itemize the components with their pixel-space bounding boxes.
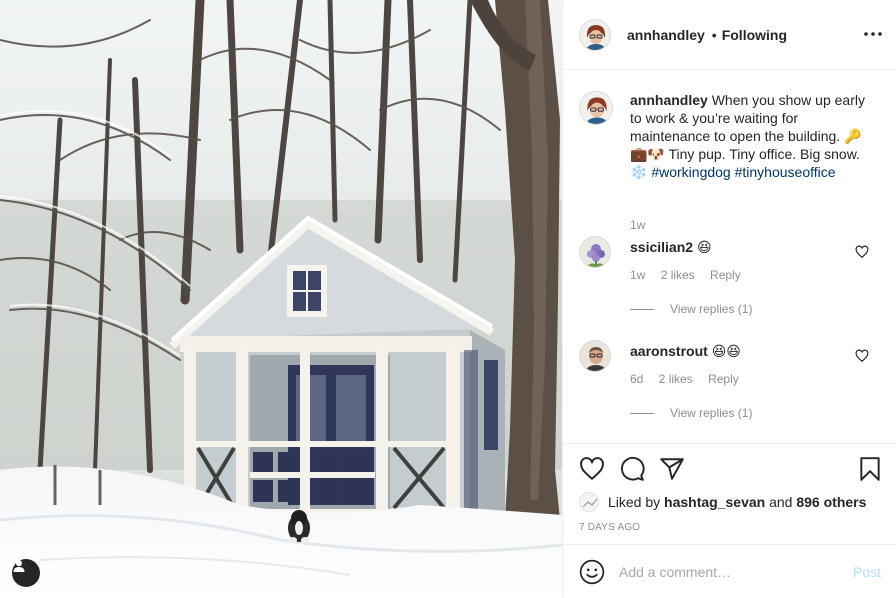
- commenter-avatar[interactable]: [579, 340, 611, 372]
- commenter-avatar[interactable]: [579, 236, 611, 268]
- post-date[interactable]: 7 DAYS AGO: [579, 522, 640, 533]
- save-bookmark-icon[interactable]: [857, 456, 883, 482]
- liked-by-user[interactable]: hashtag_sevan: [664, 494, 765, 510]
- comment-likes[interactable]: 2 likes: [661, 268, 695, 282]
- comment-meta: 6d 2 likes Reply: [630, 372, 751, 386]
- like-heart-icon[interactable]: [579, 456, 605, 482]
- view-replies-label: View replies (1): [670, 406, 753, 420]
- header-username[interactable]: annhandley: [627, 27, 705, 43]
- emoji-icon[interactable]: [579, 559, 605, 585]
- comment-bubble-icon[interactable]: [619, 456, 645, 482]
- liked-by-others[interactable]: 896 others: [796, 494, 866, 510]
- snowy-tiny-house-image: [0, 0, 562, 598]
- caption-body: annhandley When you show up early to wor…: [630, 91, 875, 181]
- liked-by-summary: Liked by hashtag_sevan and 896 others: [579, 492, 866, 512]
- comment-text: ssicilian2 😆: [630, 239, 712, 256]
- caption-username[interactable]: annhandley: [630, 92, 708, 108]
- hashtag-tinyhouseoffice[interactable]: #tinyhouseoffice: [735, 164, 836, 180]
- comment-username[interactable]: ssicilian2: [630, 239, 693, 255]
- replies-line: [630, 412, 654, 414]
- comment-text: aaronstrout 😆😆: [630, 343, 741, 360]
- reply-button[interactable]: Reply: [710, 268, 741, 282]
- comment-body: 😆: [696, 239, 712, 255]
- user-tag-icon[interactable]: [12, 559, 40, 587]
- comment-username[interactable]: aaronstrout: [630, 343, 708, 359]
- post-photo[interactable]: [0, 0, 562, 598]
- caption-timestamp[interactable]: 1w: [630, 218, 645, 232]
- add-comment-input[interactable]: [619, 563, 829, 580]
- liker-avatar[interactable]: [579, 492, 599, 512]
- liked-by-joiner: and: [769, 494, 793, 510]
- comment-likes[interactable]: 2 likes: [659, 372, 693, 386]
- header-separator: •: [711, 26, 717, 43]
- reply-button[interactable]: Reply: [708, 372, 739, 386]
- caption-avatar[interactable]: [579, 91, 613, 125]
- more-options-icon[interactable]: [863, 26, 883, 42]
- comments-section[interactable]: annhandley When you show up early to wor…: [563, 71, 896, 443]
- comment-like-heart-icon[interactable]: [855, 349, 869, 363]
- hashtag-workingdog[interactable]: #workingdog: [651, 164, 730, 180]
- view-replies-label: View replies (1): [670, 302, 753, 316]
- share-send-icon[interactable]: [659, 456, 685, 482]
- post-side-panel: annhandley • Following annhandley When y…: [562, 0, 896, 598]
- liked-by-prefix: Liked by: [608, 494, 661, 510]
- view-replies-button[interactable]: View replies (1): [630, 302, 752, 316]
- add-comment-bar: Post: [563, 544, 896, 598]
- following-button[interactable]: Following: [722, 27, 787, 43]
- post-actions: Liked by hashtag_sevan and 896 others 7 …: [563, 443, 896, 543]
- comment-time[interactable]: 1w: [630, 268, 645, 282]
- post-header: annhandley • Following: [563, 0, 896, 70]
- post-comment-button[interactable]: Post: [853, 564, 881, 580]
- comment-body: 😆😆: [711, 343, 741, 359]
- comment-time[interactable]: 6d: [630, 372, 643, 386]
- author-avatar[interactable]: [579, 18, 611, 51]
- comment-meta: 1w 2 likes Reply: [630, 268, 753, 282]
- comment-like-heart-icon[interactable]: [855, 245, 869, 259]
- view-replies-button[interactable]: View replies (1): [630, 406, 752, 420]
- replies-line: [630, 308, 654, 310]
